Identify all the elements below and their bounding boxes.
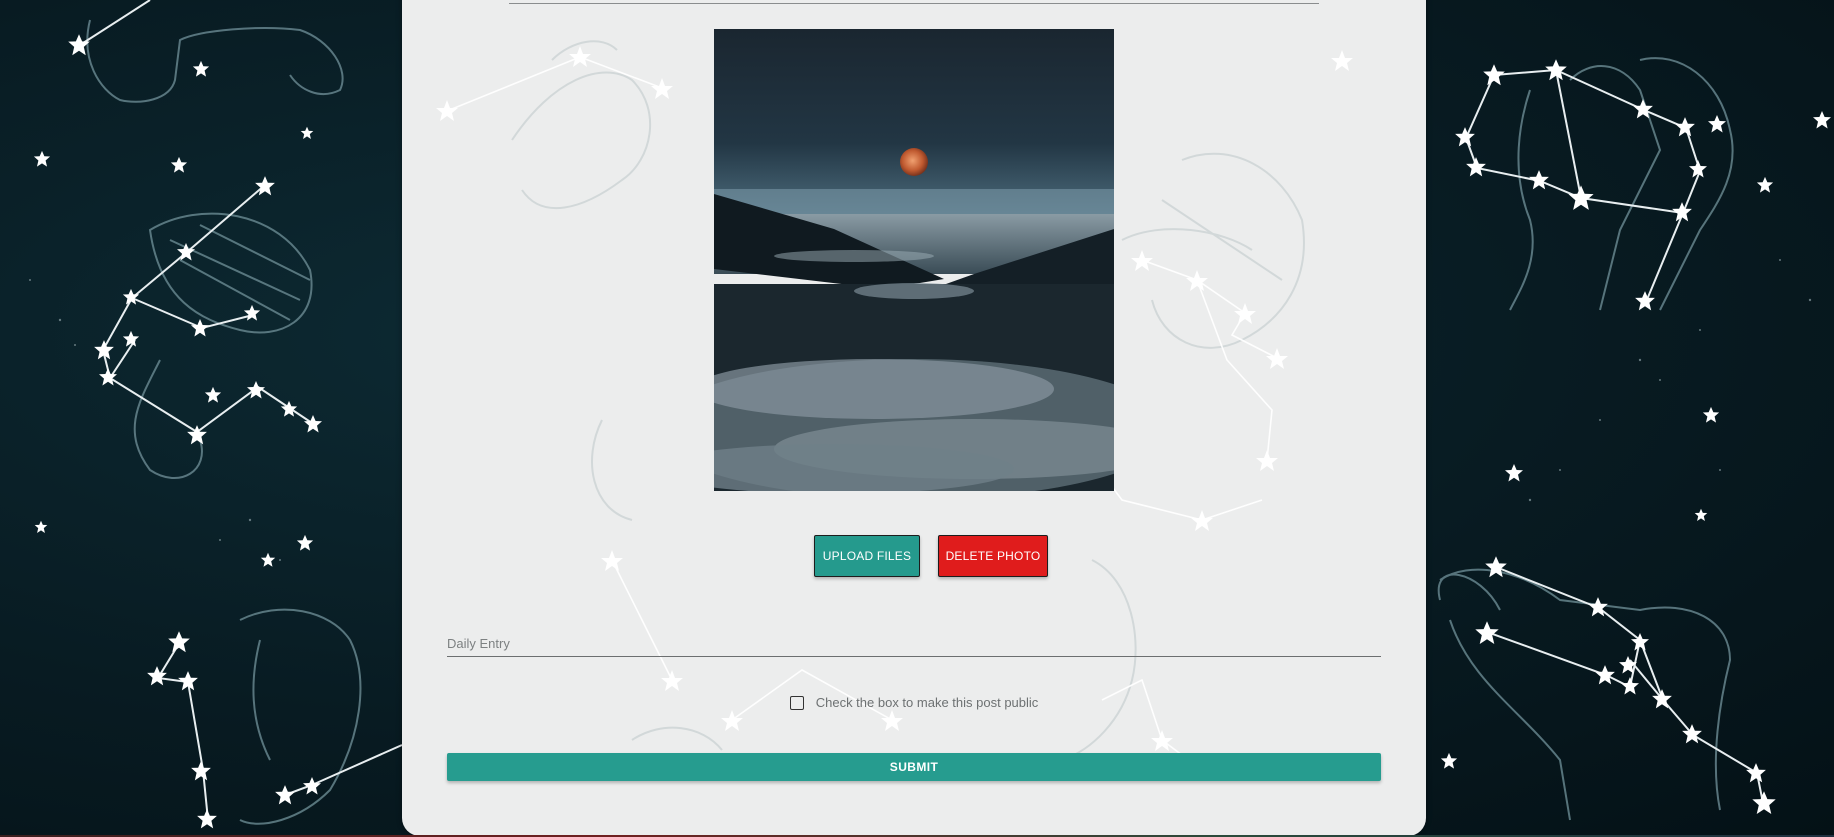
top-divider [509,3,1319,4]
delete-photo-button[interactable]: DELETE PHOTO [938,535,1048,577]
submit-button[interactable]: SUBMIT [447,753,1381,781]
photo-actions: UPLOAD FILES DELETE PHOTO [402,535,1426,577]
entry-panel: UPLOAD FILES DELETE PHOTO Check the box … [402,0,1426,836]
daily-entry-field [447,632,1381,657]
uploaded-photo [714,29,1114,491]
public-option: Check the box to make this post public [402,695,1426,710]
public-checkbox[interactable] [789,695,804,710]
daily-entry-input[interactable] [447,632,1381,654]
upload-files-button[interactable]: UPLOAD FILES [814,535,920,577]
public-checkbox-label: Check the box to make this post public [815,695,1039,710]
